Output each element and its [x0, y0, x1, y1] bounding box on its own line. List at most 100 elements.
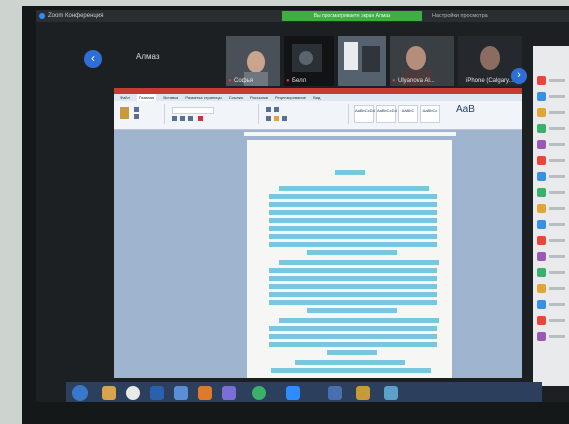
media-player-icon[interactable] — [328, 386, 342, 400]
participant-name: Белл — [292, 78, 307, 84]
clipboard-group — [116, 104, 165, 124]
screen-share-banner[interactable]: Вы просматриваете экран Алмаз — [282, 11, 422, 21]
text-line — [269, 234, 437, 239]
text-line — [307, 250, 397, 255]
cut-icon[interactable] — [134, 107, 139, 112]
panel-row — [549, 95, 565, 98]
numbering-icon[interactable] — [274, 107, 279, 112]
host-name: Алмаз — [136, 52, 160, 61]
tab-insert[interactable]: Вставка — [163, 94, 178, 101]
tab-file[interactable]: Файл — [120, 94, 130, 101]
windows-taskbar — [66, 382, 542, 402]
participant-tile[interactable] — [338, 36, 386, 86]
text-line — [269, 276, 437, 281]
italic-icon[interactable] — [180, 116, 185, 121]
align-center-icon[interactable] — [274, 116, 279, 121]
text-line — [269, 334, 437, 339]
align-right-icon[interactable] — [282, 116, 287, 121]
font-name-select[interactable] — [172, 107, 214, 114]
panel-avatar — [537, 124, 546, 133]
panel-avatar — [537, 172, 546, 181]
monitor: Zoom Конференция Вы просматриваете экран… — [22, 6, 569, 424]
text-line — [269, 326, 437, 331]
zoom-titlebar: Zoom Конференция Вы просматриваете экран… — [36, 10, 569, 22]
panel-row — [549, 319, 565, 322]
panel-avatar — [537, 204, 546, 213]
text-line — [269, 202, 437, 207]
side-panel[interactable] — [533, 46, 569, 386]
style-heading-2[interactable]: AaBbCc — [420, 105, 440, 123]
mic-muted-icon: ● — [392, 78, 396, 84]
style-title[interactable]: AaB — [456, 104, 475, 115]
next-page-button[interactable]: › — [511, 68, 527, 84]
bold-icon[interactable] — [172, 116, 177, 121]
participant-tile[interactable]: ● Софья — [226, 36, 280, 86]
panel-avatar — [537, 332, 546, 341]
zoom-icon[interactable] — [286, 386, 300, 400]
participant-tile[interactable]: ● Ulyanova Al... — [390, 36, 454, 86]
copy-icon[interactable] — [134, 114, 139, 119]
panel-avatar — [537, 76, 546, 85]
text-line — [295, 360, 405, 365]
style-normal[interactable]: AaBbCcDd — [354, 105, 375, 123]
shared-word-window[interactable]: Файл Главная Вставка Разметка страницы С… — [114, 88, 522, 378]
align-left-icon[interactable] — [266, 116, 271, 121]
tab-page-layout[interactable]: Разметка страницы — [185, 94, 221, 101]
panel-avatar — [537, 220, 546, 229]
text-line — [279, 260, 439, 265]
mic-muted-icon: ● — [286, 78, 290, 84]
panel-row — [549, 207, 565, 210]
paste-icon[interactable] — [120, 107, 129, 119]
font-color-icon[interactable] — [198, 116, 203, 121]
panel-row — [549, 287, 565, 290]
camera-feed — [338, 36, 386, 86]
view-options-button[interactable]: Настройки просмотра — [432, 10, 488, 22]
text-line — [271, 368, 431, 373]
text-line — [269, 342, 437, 347]
panel-avatar — [537, 156, 546, 165]
style-heading-1[interactable]: AaBbC — [398, 105, 418, 123]
panel-row — [549, 191, 565, 194]
tab-mailings[interactable]: Рассылки — [250, 94, 268, 101]
underline-icon[interactable] — [188, 116, 193, 121]
panel-row — [549, 335, 565, 338]
panel-row — [549, 175, 565, 178]
document-page[interactable] — [247, 140, 452, 378]
tab-review[interactable]: Рецензирование — [275, 94, 306, 101]
app-icon[interactable] — [356, 386, 370, 400]
panel-row — [549, 159, 565, 162]
start-button[interactable] — [72, 385, 88, 401]
tab-references[interactable]: Ссылки — [229, 94, 243, 101]
screen: Zoom Конференция Вы просматриваете экран… — [36, 10, 569, 402]
app-icon[interactable] — [222, 386, 236, 400]
style-no-spacing[interactable]: AaBbCcDd — [376, 105, 397, 123]
panel-avatar — [537, 108, 546, 117]
panel-avatar — [537, 316, 546, 325]
panel-row — [549, 303, 565, 306]
panel-avatar — [537, 284, 546, 293]
app-icon[interactable] — [252, 386, 266, 400]
panel-row — [549, 223, 565, 226]
app-icon[interactable] — [384, 386, 398, 400]
panel-row — [549, 255, 565, 258]
previous-page-button[interactable]: ‹ — [84, 50, 102, 68]
chrome-icon[interactable] — [126, 386, 140, 400]
panel-row — [549, 271, 565, 274]
document-heading — [335, 170, 365, 175]
participant-name: Софья — [234, 78, 253, 84]
panel-avatar — [537, 236, 546, 245]
participant-tile[interactable]: ● Белл — [284, 36, 334, 86]
participant-name: Ulyanova Al... — [398, 78, 435, 84]
text-line — [269, 210, 437, 215]
app-icon[interactable] — [174, 386, 188, 400]
text-line — [279, 318, 439, 323]
explorer-icon[interactable] — [102, 386, 116, 400]
panel-avatar — [537, 300, 546, 309]
word-icon[interactable] — [150, 386, 164, 400]
bullets-icon[interactable] — [266, 107, 271, 112]
text-line — [327, 350, 377, 355]
panel-avatar — [537, 92, 546, 101]
tab-view[interactable]: Вид — [313, 94, 320, 101]
tab-home[interactable]: Главная — [136, 94, 157, 101]
app-icon[interactable] — [198, 386, 212, 400]
